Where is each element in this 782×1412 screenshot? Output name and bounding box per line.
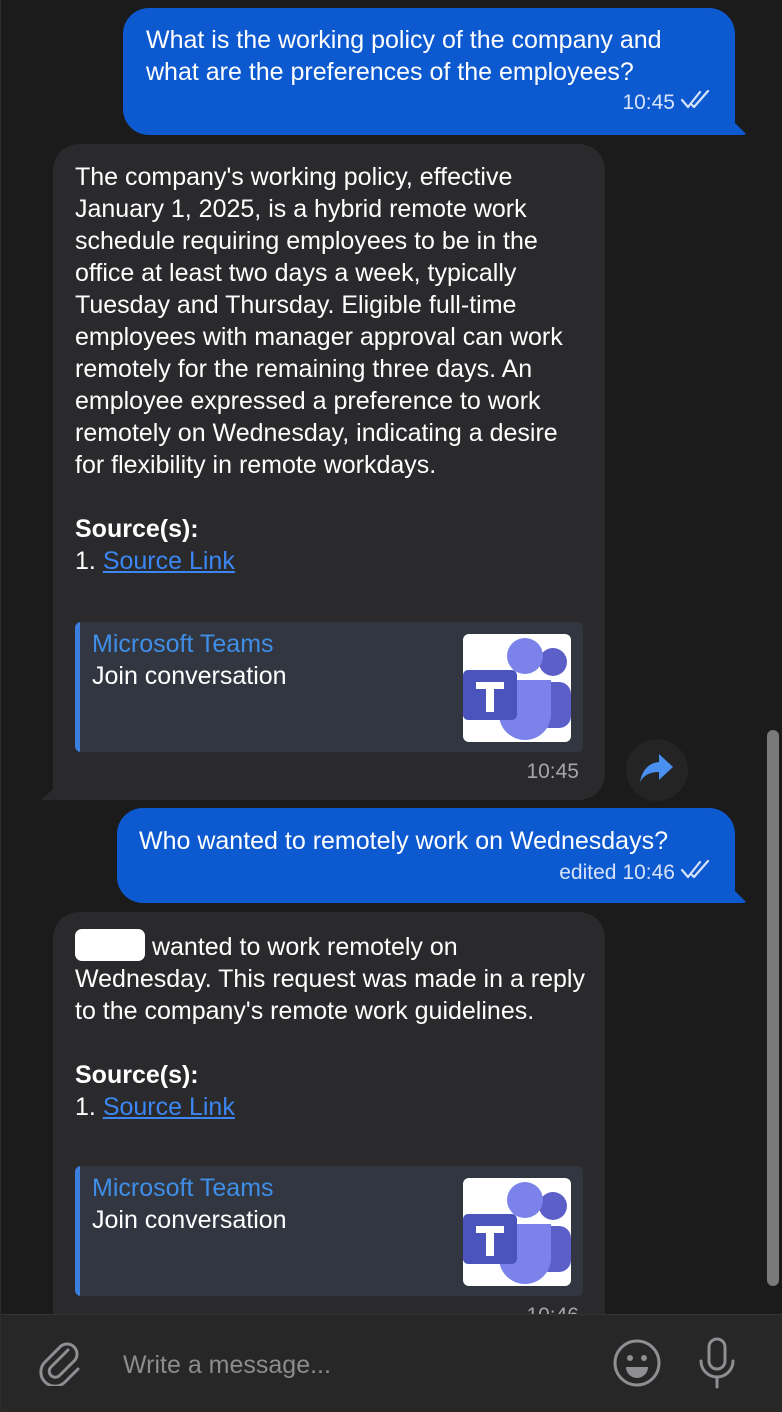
- bubble-tail: [41, 778, 65, 800]
- paperclip-icon: [38, 1340, 84, 1391]
- chat-window: What is the working policy of the compan…: [0, 0, 782, 1412]
- message-input[interactable]: [121, 1347, 595, 1383]
- source-number: 1.: [75, 547, 96, 575]
- source-number: 1.: [75, 1093, 96, 1121]
- incoming-message[interactable]: wanted to work remotely on Wednesday. Th…: [53, 912, 605, 1314]
- message-time: 10:46: [526, 1300, 579, 1314]
- message-time: 10:46: [622, 860, 675, 884]
- bubble-tail: [725, 881, 747, 903]
- message-time: 10:45: [526, 760, 579, 783]
- outgoing-message[interactable]: Who wanted to remotely work on Wednesday…: [117, 808, 747, 903]
- outgoing-message[interactable]: What is the working policy of the compan…: [123, 8, 747, 135]
- emoji-button[interactable]: [611, 1339, 663, 1391]
- message-time: 10:45: [622, 90, 675, 114]
- microphone-button[interactable]: [695, 1337, 739, 1395]
- source-item: 1. Source Link: [75, 1091, 585, 1123]
- message-meta: 10:45: [146, 89, 711, 116]
- message-list[interactable]: What is the working policy of the compan…: [1, 0, 782, 1314]
- incoming-message[interactable]: The company's working policy, effective …: [41, 144, 605, 800]
- edited-label: edited: [559, 860, 617, 884]
- link-preview[interactable]: Microsoft Teams Join conversation: [75, 1166, 583, 1296]
- message-text: Who wanted to remotely work on Wednesday…: [139, 827, 668, 855]
- forward-icon: [639, 752, 675, 789]
- preview-title: Join conversation: [92, 1206, 287, 1234]
- microsoft-teams-logo: [463, 634, 571, 742]
- preview-site-name: Microsoft Teams: [92, 630, 274, 658]
- sources-label: Source(s):: [75, 515, 199, 543]
- emoji-icon: [612, 1338, 662, 1393]
- preview-site-name: Microsoft Teams: [92, 1174, 274, 1202]
- microsoft-teams-logo: [463, 1178, 571, 1286]
- message-text: The company's working policy, effective …: [75, 163, 570, 479]
- message-text: What is the working policy of the compan…: [146, 26, 669, 86]
- preview-title: Join conversation: [92, 662, 287, 690]
- attach-button[interactable]: [37, 1341, 85, 1389]
- double-check-icon: [680, 89, 711, 116]
- preview-accent-bar: [75, 1166, 80, 1296]
- source-item: 1. Source Link: [75, 545, 585, 577]
- bubble-tail: [725, 113, 747, 135]
- preview-accent-bar: [75, 622, 80, 752]
- sources-label: Source(s):: [75, 1061, 199, 1089]
- scrollbar[interactable]: [767, 730, 779, 1286]
- forward-button[interactable]: [626, 739, 688, 801]
- source-link[interactable]: Source Link: [103, 547, 235, 575]
- link-preview[interactable]: Microsoft Teams Join conversation: [75, 622, 583, 752]
- source-link[interactable]: Source Link: [103, 1093, 235, 1121]
- message-composer: [1, 1314, 782, 1412]
- microphone-icon: [697, 1337, 737, 1396]
- double-check-icon: [680, 859, 711, 886]
- message-text: wanted to work remotely on Wednesday. Th…: [75, 929, 585, 1027]
- message-body: wanted to work remotely on Wednesday. Th…: [75, 933, 592, 1025]
- redacted-name: [75, 929, 145, 961]
- message-meta: edited 10:46: [139, 859, 711, 886]
